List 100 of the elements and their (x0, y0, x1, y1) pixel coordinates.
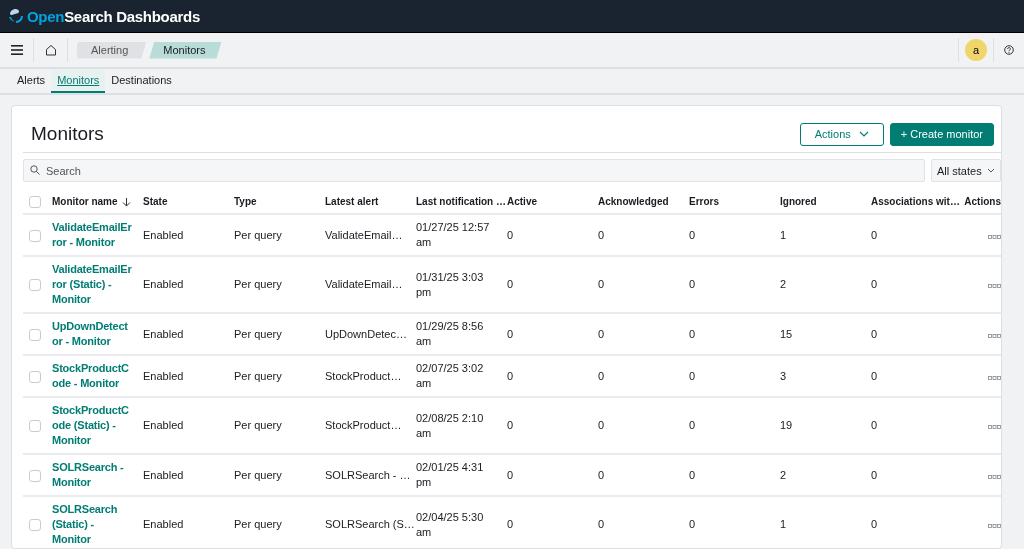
more-icon (988, 234, 1001, 239)
breadcrumb[interactable]: Alerting (77, 41, 147, 59)
monitor-link[interactable]: StockProductCode (Static) - Monitor (52, 403, 134, 448)
actions-button[interactable]: Actions (799, 122, 884, 146)
search-field[interactable]: Search (23, 159, 925, 182)
table-cell: StockProduct… (325, 419, 402, 431)
table-cell: 0 (871, 468, 878, 481)
table-cell: 0 (507, 327, 514, 340)
table-cell: 0 (689, 419, 696, 431)
table-cell: UpDownDetec… (325, 327, 407, 340)
chevron-down-icon (987, 168, 995, 173)
monitor-link[interactable]: UpDownDetector - Monitor (52, 319, 134, 349)
table-cell: Per query (234, 419, 282, 431)
table-cell: Enabled (143, 278, 184, 290)
table-cell: SOLRSearch - … (325, 468, 411, 481)
table-cell: Enabled (143, 468, 184, 481)
breadcrumb[interactable]: Monitors (149, 41, 222, 59)
table-cell: ValidateEmail… (325, 228, 403, 241)
user-avatar[interactable]: a (965, 39, 987, 61)
table-cell: 0 (598, 468, 605, 481)
monitor-link[interactable]: StockProductCode - Monitor (52, 361, 134, 391)
column-header[interactable]: Last notification … (416, 196, 506, 207)
column-header[interactable]: State (143, 196, 168, 207)
column-header[interactable]: Actions (964, 196, 1001, 207)
table-cell: 0 (507, 468, 514, 481)
menu-icon (10, 45, 23, 55)
checkbox[interactable] (29, 519, 41, 532)
table-cell: 0 (598, 327, 605, 340)
column-header[interactable]: Errors (689, 196, 719, 207)
table-cell: 0 (598, 228, 605, 241)
column-header[interactable]: Type (234, 196, 257, 207)
checkbox[interactable] (29, 196, 41, 209)
chevron-down-icon (858, 131, 869, 137)
table-cell: 0 (598, 518, 605, 530)
table-cell: 02/07/25 3:02 am (416, 362, 484, 389)
table-cell: 0 (507, 228, 514, 241)
table-cell: 0 (689, 468, 696, 481)
column-header[interactable]: Acknowledged (598, 196, 669, 207)
more-icon (988, 284, 1001, 288)
checkbox[interactable] (29, 328, 41, 341)
monitor-link[interactable]: SOLRSearch (Static) - Monitor (52, 502, 134, 547)
more-actions-button[interactable] (988, 474, 1001, 479)
monitor-link[interactable]: ValidateEmailError (Static) - Monitor (52, 262, 134, 307)
table-cell: 1 (780, 228, 787, 241)
tab[interactable]: Destinations (105, 69, 178, 93)
column-header[interactable]: Ignored (780, 196, 817, 207)
table-cell: 02/01/25 4:31 pm (416, 461, 484, 488)
table-cell: Enabled (143, 228, 184, 241)
more-actions-button[interactable] (988, 284, 1001, 288)
state-filter-select[interactable]: All states (931, 159, 1001, 182)
table-cell: 0 (689, 278, 696, 290)
checkbox[interactable] (29, 469, 41, 482)
panel-title: Monitors (31, 123, 104, 145)
column-header[interactable]: Monitor name (52, 196, 118, 207)
more-actions-button[interactable] (988, 234, 1001, 239)
more-actions-button[interactable] (988, 375, 1001, 380)
tab[interactable]: Monitors (51, 69, 106, 93)
column-header[interactable]: Latest alert (325, 196, 379, 207)
table-cell: Enabled (143, 419, 184, 431)
create-monitor-button[interactable]: + Create monitor (889, 122, 994, 146)
sort-down-icon (121, 197, 131, 208)
column-header[interactable]: Active (507, 196, 537, 207)
more-icon (988, 375, 1001, 380)
table-cell: Enabled (143, 369, 184, 382)
table-cell: 0 (507, 518, 514, 530)
more-actions-button[interactable] (988, 524, 1001, 528)
table-cell: Per query (234, 518, 282, 530)
table-cell: 3 (780, 369, 787, 382)
table-cell: 02/08/25 2:10 am (416, 411, 484, 439)
table-cell: 0 (507, 278, 514, 290)
table-cell: 0 (689, 327, 696, 340)
table-cell: 0 (871, 228, 878, 241)
table-cell: 0 (871, 327, 878, 340)
monitor-link[interactable]: ValidateEmailError - Monitor (52, 220, 134, 250)
tab[interactable]: Alerts (11, 69, 52, 93)
table-cell: 2 (780, 468, 787, 481)
brand-name: OpenSearch Dashboards (27, 7, 200, 25)
table-cell: 0 (871, 369, 878, 382)
table-cell: Per query (234, 228, 282, 241)
table-cell: 01/29/25 8:56 am (416, 320, 484, 347)
table-cell: Per query (234, 327, 282, 340)
table-cell: 0 (598, 369, 605, 382)
table-cell: 1 (780, 518, 787, 530)
checkbox[interactable] (29, 420, 41, 433)
column-header[interactable]: Associations wit… (871, 196, 960, 207)
checkbox[interactable] (29, 279, 41, 292)
more-icon (988, 333, 1001, 338)
table-cell: StockProduct… (325, 369, 402, 382)
checkbox[interactable] (29, 370, 41, 383)
more-actions-button[interactable] (988, 333, 1001, 338)
checkbox[interactable] (29, 229, 41, 242)
table-cell: 0 (598, 419, 605, 431)
table-cell: 0 (507, 419, 514, 431)
table-cell: 15 (780, 327, 793, 340)
table-cell: 0 (871, 518, 878, 530)
table-cell: Per query (234, 278, 282, 290)
monitor-link[interactable]: SOLRSearch - Monitor (52, 460, 134, 490)
table-cell: 0 (689, 518, 696, 530)
more-actions-button[interactable] (988, 425, 1001, 429)
table-cell: 01/27/25 12:57 am (416, 221, 490, 248)
